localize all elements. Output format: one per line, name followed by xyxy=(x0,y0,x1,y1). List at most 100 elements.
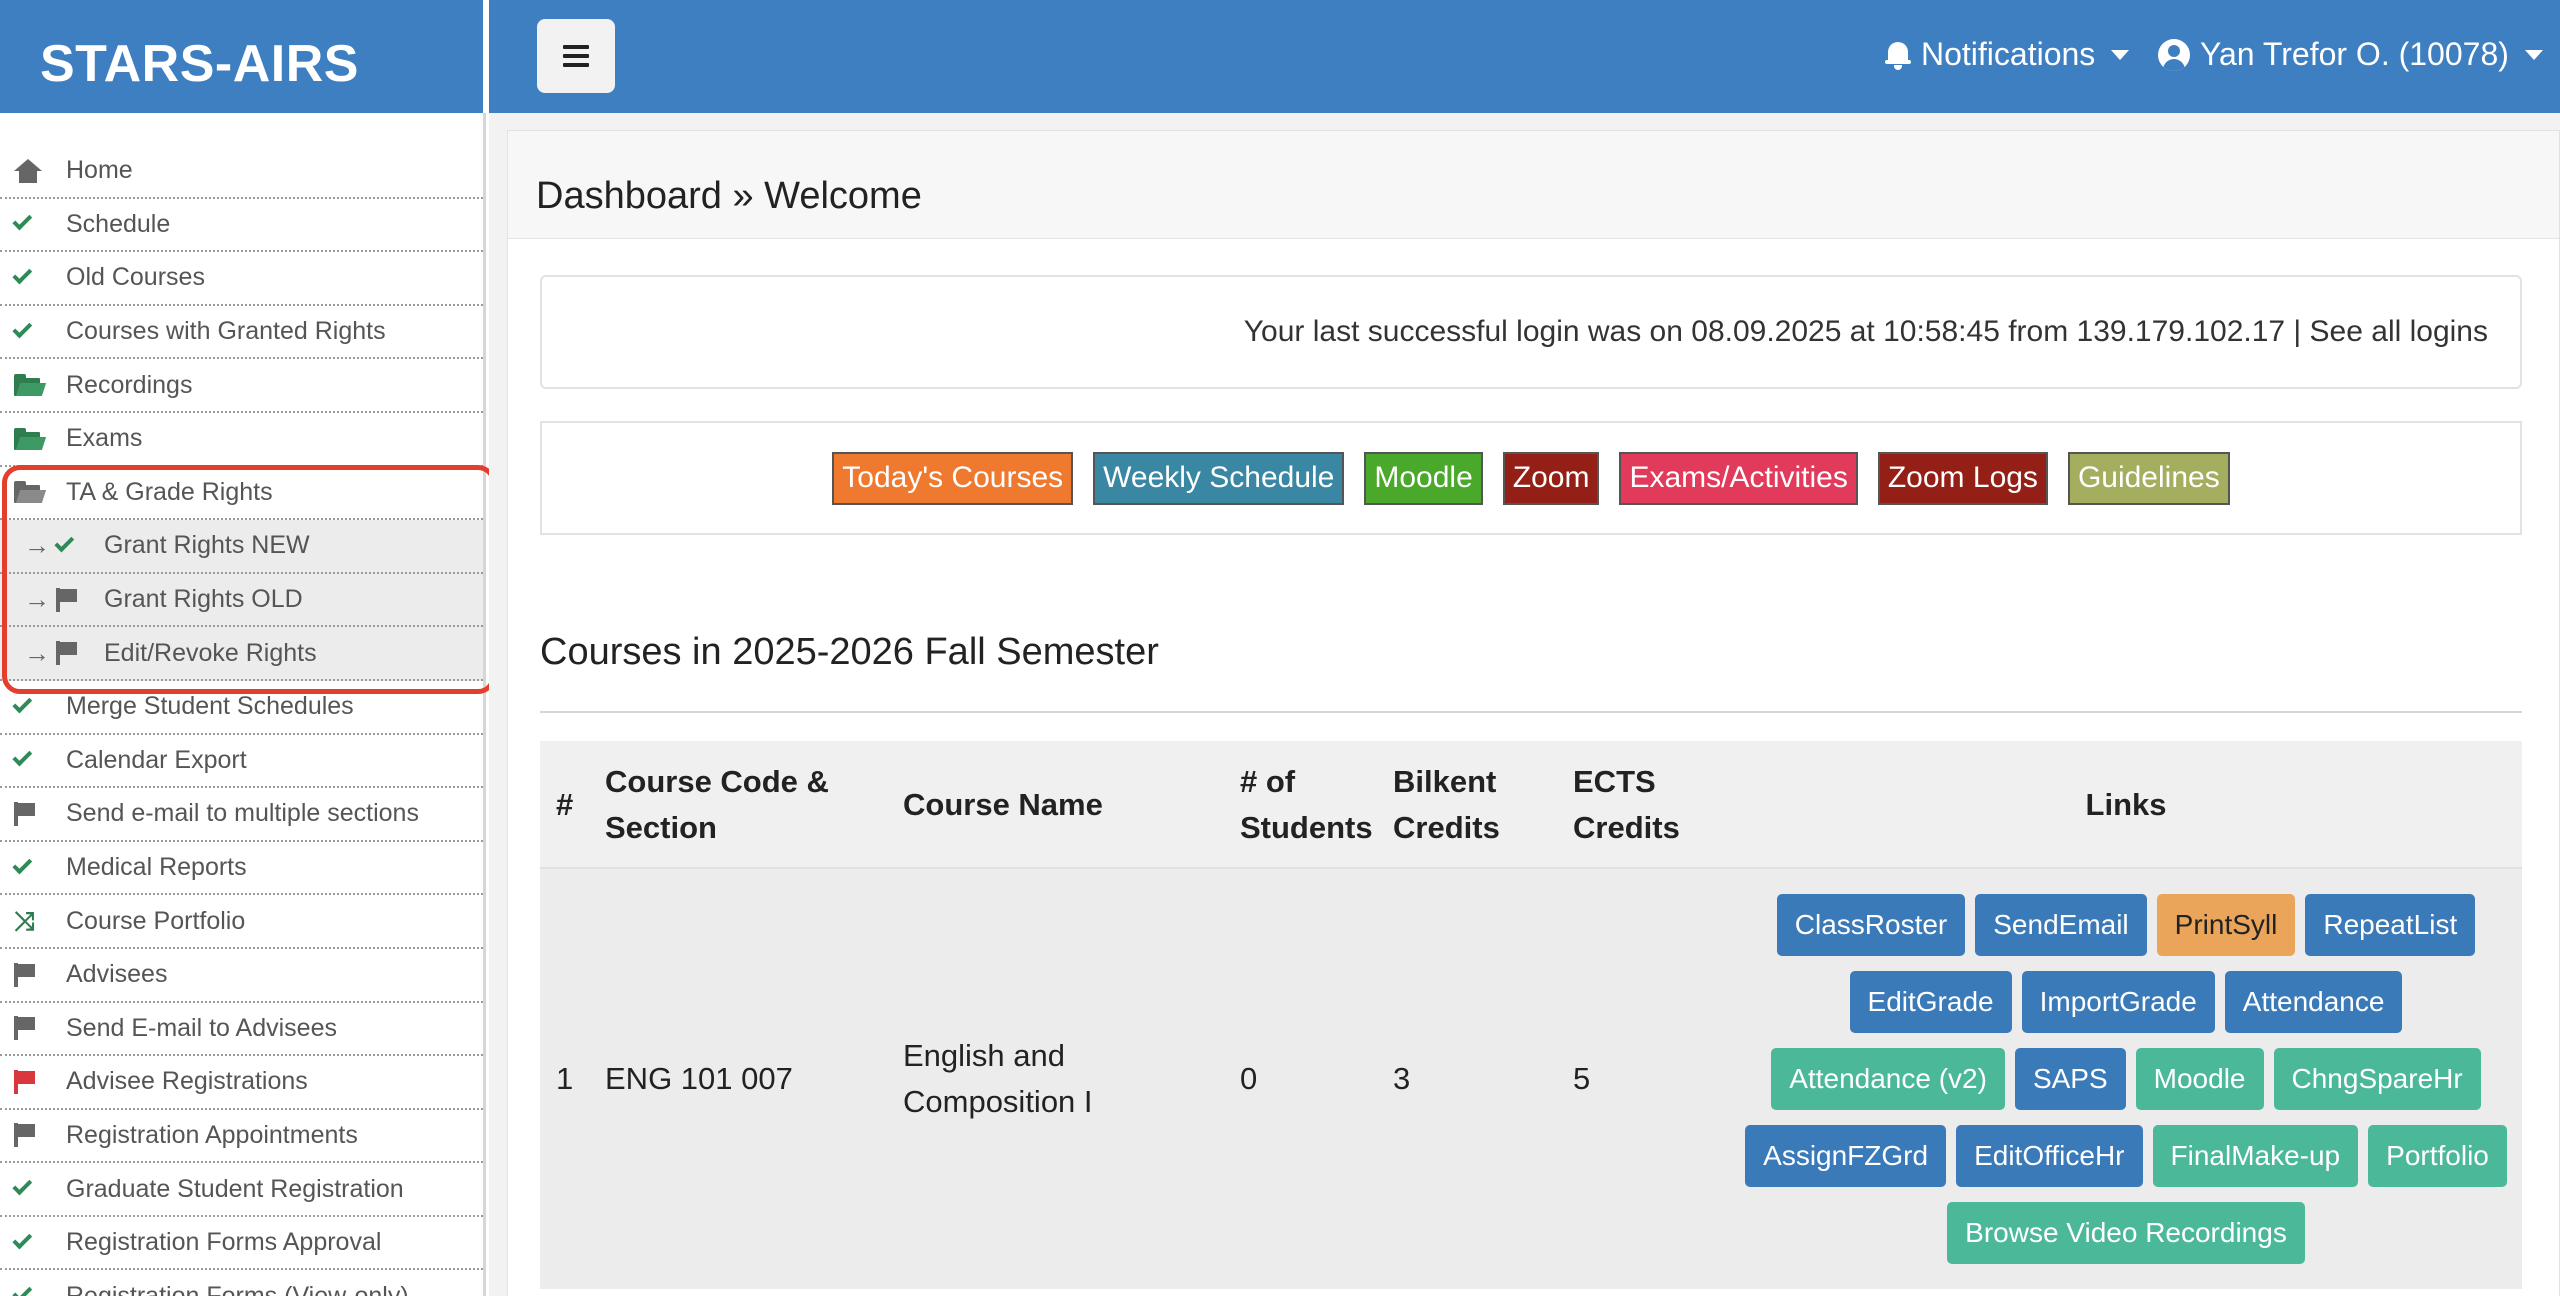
sidebar-item-label: Advisee Registrations xyxy=(66,1067,308,1096)
caret-down-icon xyxy=(2524,49,2543,60)
sidebar-item-registration-forms-view-only[interactable]: Registration Forms (View-only) xyxy=(0,1270,483,1296)
courses-section-title: Courses in 2025-2026 Fall Semester xyxy=(540,631,1159,673)
table-header: # Course Code & Section Course Name # of… xyxy=(540,741,2522,869)
top-navbar: Notifications Yan Trefor O. (10078) xyxy=(489,0,2560,113)
course-link-finalmake-up-button[interactable]: FinalMake-up xyxy=(2152,1125,2359,1187)
arrow-right-icon: → xyxy=(24,637,50,668)
sidebar-item-label: Send e-mail to multiple sections xyxy=(66,799,419,828)
check-icon xyxy=(12,1174,50,1204)
sidebar-item-home[interactable]: Home xyxy=(0,145,483,199)
flag-icon xyxy=(14,1067,50,1097)
sidebar-item-label: Home xyxy=(66,156,133,185)
sidebar-item-label: Grant Rights OLD xyxy=(104,585,303,614)
cell-links: ClassRoster SendEmail PrintSyll RepeatList E… xyxy=(1730,869,2522,1289)
sidebar-item-old-courses[interactable]: Old Courses xyxy=(0,252,483,306)
check-icon xyxy=(12,1281,50,1296)
check-icon xyxy=(12,209,50,239)
course-link-moodle-button[interactable]: Moodle xyxy=(2135,1048,2264,1110)
notifications-dropdown[interactable]: Notifications xyxy=(1885,36,2130,73)
course-link-editofficehr-button[interactable]: EditOfficeHr xyxy=(1956,1125,2143,1187)
col-header-code: Course Code & Section xyxy=(605,763,829,846)
col-header-ects-credits: ECTS Credits xyxy=(1573,763,1680,846)
flag-icon xyxy=(14,1013,50,1043)
bell-icon xyxy=(1885,40,1911,70)
sidebar-item-send-e-mail-to-advisees[interactable]: Send E-mail to Advisees xyxy=(0,1003,483,1057)
course-link-attendance-v2-button[interactable]: Attendance (v2) xyxy=(1771,1048,2005,1110)
sidebar-item-label: Schedule xyxy=(66,209,171,238)
course-link-importgrade-button[interactable]: ImportGrade xyxy=(2021,971,2215,1033)
course-link-assignfzgrd-button[interactable]: AssignFZGrd xyxy=(1745,1125,1947,1187)
sidebar-item-registration-forms-approval[interactable]: Registration Forms Approval xyxy=(0,1217,483,1271)
course-link-printsyll-button[interactable]: PrintSyll xyxy=(2156,894,2296,956)
sidebar-item-course-portfolio[interactable]: ⤨ Course Portfolio xyxy=(0,895,483,949)
sidebar-item-advisees[interactable]: Advisees xyxy=(0,949,483,1003)
sidebar-item-label: Edit/Revoke Rights xyxy=(104,638,317,667)
sidebar-item-label: TA & Grade Rights xyxy=(66,477,273,506)
course-link-saps-button[interactable]: SAPS xyxy=(2014,1048,2126,1110)
dashboard-panel: Dashboard » Welcome Your last successful… xyxy=(507,130,2560,1296)
caret-down-icon xyxy=(2111,49,2130,60)
breadcrumb: Dashboard » Welcome xyxy=(508,131,2559,239)
sidebar-item-recordings[interactable]: Recordings xyxy=(0,359,483,413)
flag-icon xyxy=(56,638,88,668)
sidebar-item-label: Calendar Export xyxy=(66,745,247,774)
sidebar-item-send-e-mail-to-multiple-sections[interactable]: Send e-mail to multiple sections xyxy=(0,788,483,842)
sidebar-item-label: Exams xyxy=(66,424,143,453)
sidebar-item-calendar-export[interactable]: Calendar Export xyxy=(0,735,483,789)
course-link-attendance-button[interactable]: Attendance xyxy=(2224,971,2403,1033)
quick-link-zoom-logs[interactable]: Zoom Logs xyxy=(1877,451,2048,505)
sidebar-item-grant-rights-new[interactable]: → Grant Rights NEW xyxy=(0,520,483,574)
course-link-repeatlist-button[interactable]: RepeatList xyxy=(2305,894,2476,956)
sidebar-item-graduate-student-registration[interactable]: Graduate Student Registration xyxy=(0,1163,483,1217)
user-menu-dropdown[interactable]: Yan Trefor O. (10078) xyxy=(2158,36,2543,73)
quick-link-exams-activities[interactable]: Exams/Activities xyxy=(1619,451,1858,505)
course-link-sendemail-button[interactable]: SendEmail xyxy=(1975,894,2147,956)
sidebar-item-label: Send E-mail to Advisees xyxy=(66,1013,337,1042)
last-login-info: Your last successful login was on 08.09.… xyxy=(540,275,2522,389)
quick-link-today-s-courses[interactable]: Today's Courses xyxy=(832,451,1074,505)
col-header-num: # xyxy=(556,786,574,822)
quick-link-weekly-schedule[interactable]: Weekly Schedule xyxy=(1093,451,1345,505)
last-login-text: Your last successful login was on 08.09.… xyxy=(1243,315,2488,348)
check-icon xyxy=(12,853,50,883)
quick-link-zoom[interactable]: Zoom xyxy=(1502,451,1600,505)
folder-open-icon xyxy=(14,424,50,454)
quick-link-moodle[interactable]: Moodle xyxy=(1364,451,1483,505)
table-row: 1 ENG 101 007 English and Composition I … xyxy=(540,869,2522,1289)
sidebar-item-label: Medical Reports xyxy=(66,853,247,882)
sidebar-item-registration-appointments[interactable]: Registration Appointments xyxy=(0,1110,483,1164)
sidebar-item-schedule[interactable]: Schedule xyxy=(0,199,483,253)
sidebar-item-edit-revoke-rights[interactable]: → Edit/Revoke Rights xyxy=(0,627,483,681)
bars-icon xyxy=(563,45,589,67)
sidebar-item-merge-student-schedules[interactable]: Merge Student Schedules xyxy=(0,681,483,735)
shuffle-icon: ⤨ xyxy=(14,906,35,937)
user-circle-icon xyxy=(2158,38,2190,71)
app-logo[interactable]: STARS-AIRS xyxy=(0,0,486,113)
cell-bilkent-credits: 3 xyxy=(1393,1060,1411,1096)
course-link-editgrade-button[interactable]: EditGrade xyxy=(1849,971,2012,1033)
user-name-label: Yan Trefor O. (10078) xyxy=(2200,36,2509,72)
arrow-right-icon: → xyxy=(24,584,50,615)
home-icon xyxy=(14,156,50,186)
quick-link-guidelines[interactable]: Guidelines xyxy=(2067,451,2230,505)
sidebar-item-courses-with-granted-rights[interactable]: Courses with Granted Rights xyxy=(0,306,483,360)
sidebar-item-grant-rights-old[interactable]: → Grant Rights OLD xyxy=(0,573,483,628)
sidebar-item-exams[interactable]: Exams xyxy=(0,413,483,467)
course-link-browse-video-recordings-button[interactable]: Browse Video Recordings xyxy=(1947,1202,2305,1264)
sidebar-item-advisee-registrations[interactable]: Advisee Registrations xyxy=(0,1056,483,1110)
sidebar-toggle-button[interactable] xyxy=(537,19,615,93)
cell-students: 0 xyxy=(1240,1060,1258,1096)
sidebar-item-label: Grant Rights NEW xyxy=(104,531,310,560)
check-icon xyxy=(12,317,50,347)
course-link-portfolio-button[interactable]: Portfolio xyxy=(2368,1125,2507,1187)
course-link-chngsparehr-button[interactable]: ChngSpareHr xyxy=(2273,1048,2481,1110)
col-header-students: # of Students xyxy=(1240,763,1373,846)
folder-open-icon xyxy=(14,370,50,400)
sidebar-item-label: Merge Student Schedules xyxy=(66,692,354,721)
sidebar-item-ta-grade-rights[interactable]: TA & Grade Rights xyxy=(0,467,483,521)
cell-course-code: ENG 101 007 xyxy=(605,1060,793,1096)
sidebar-item-label: Old Courses xyxy=(66,263,205,292)
sidebar-item-medical-reports[interactable]: Medical Reports xyxy=(0,842,483,896)
course-link-classroster-button[interactable]: ClassRoster xyxy=(1776,894,1966,956)
check-icon xyxy=(12,692,50,722)
